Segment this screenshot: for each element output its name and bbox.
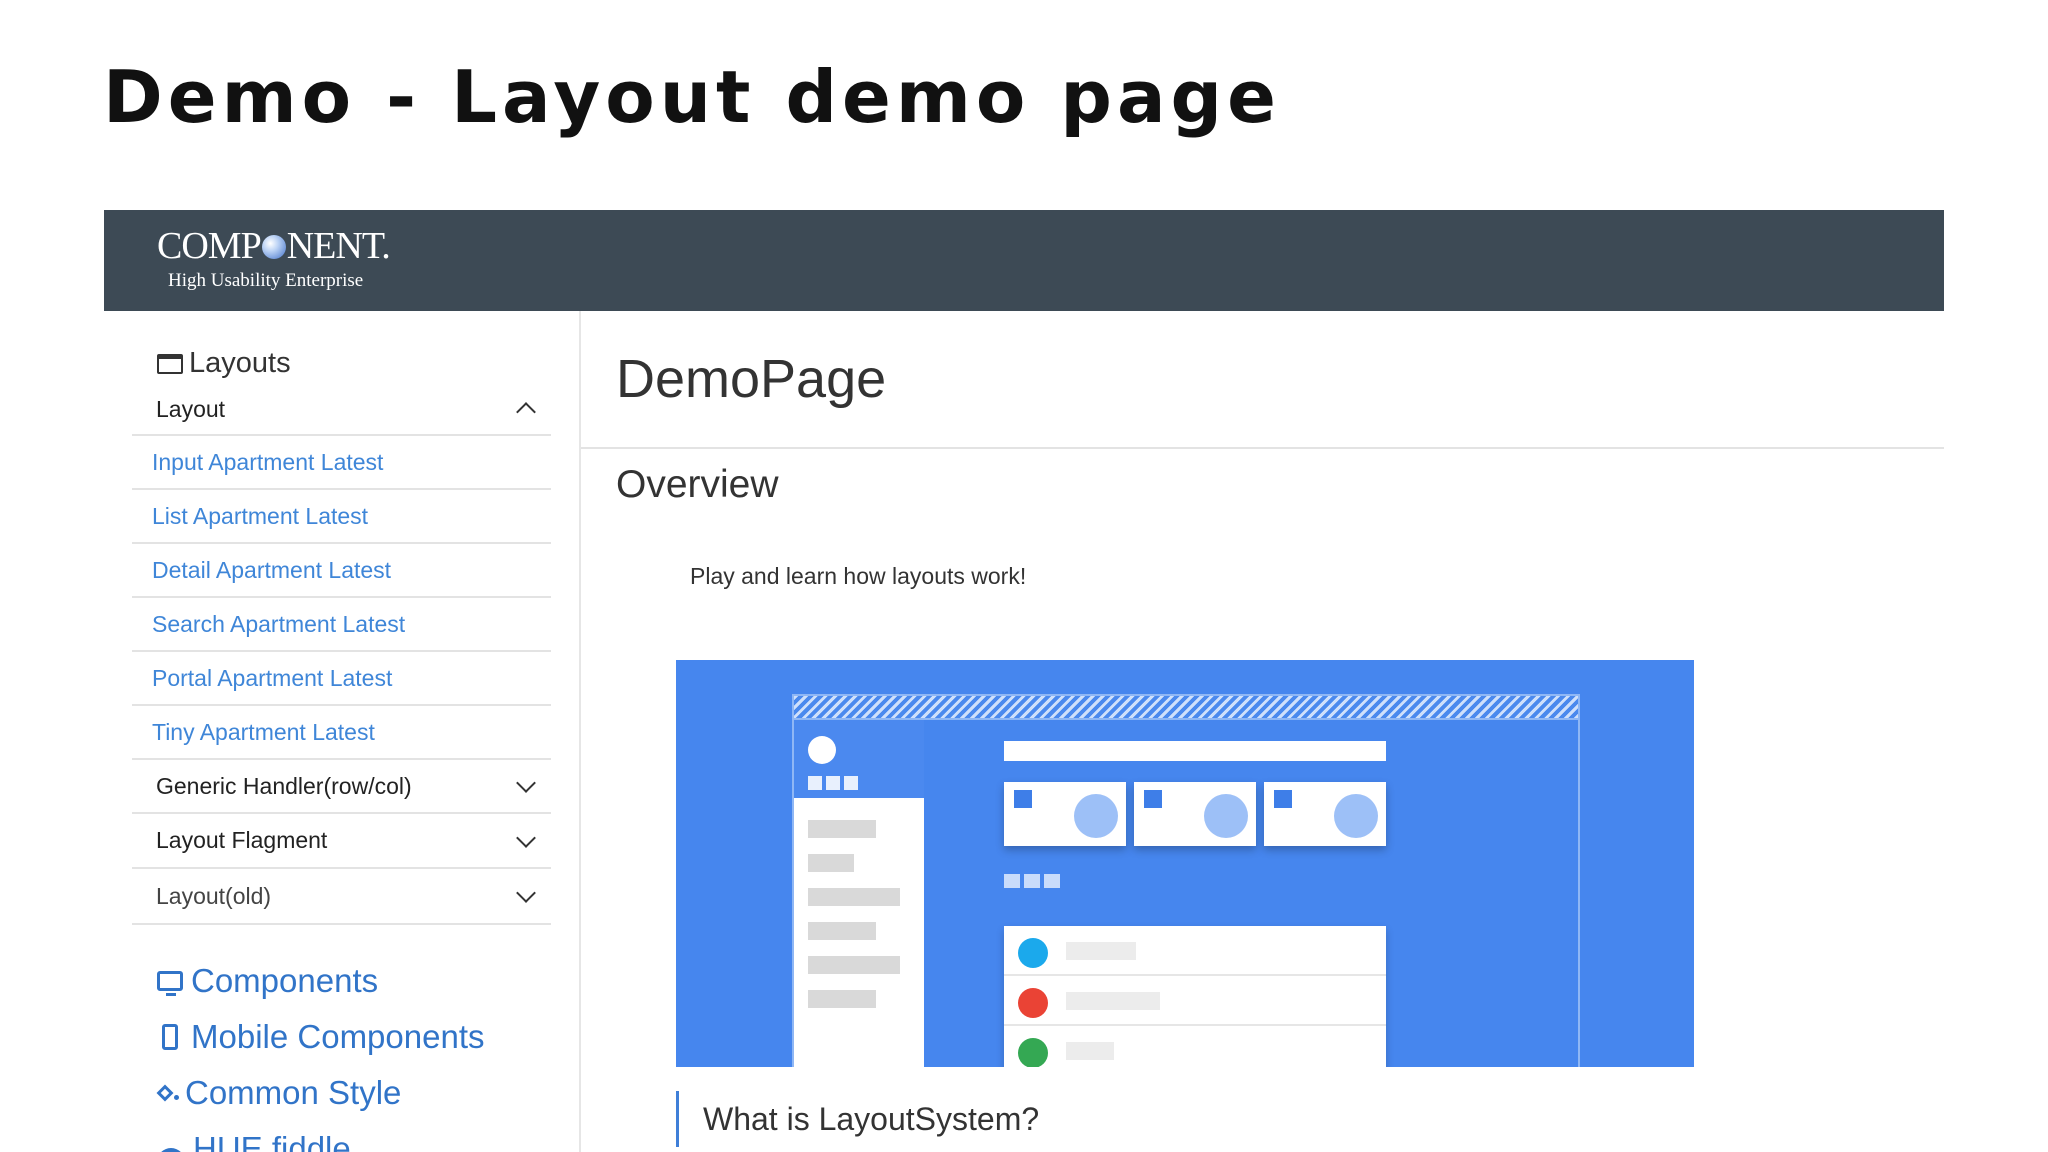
mobile-phone-icon [162, 1024, 178, 1050]
chevron-down-icon [516, 827, 536, 848]
illustration-profile [794, 720, 924, 798]
logo[interactable]: COMP NENT. [157, 224, 391, 268]
illustration-list-row [1004, 926, 1386, 976]
slide-title: Demo - Layout demo page [103, 55, 1281, 139]
illustration-toolbar [1004, 741, 1386, 761]
logo-text-right: NENT. [286, 225, 391, 267]
sidebar-group-layout[interactable]: Layout [132, 384, 551, 436]
nav-mobile-components[interactable]: Mobile Components [157, 1018, 485, 1056]
illustration-block [1024, 874, 1040, 888]
illustration-card [1134, 782, 1256, 846]
app-header: COMP NENT. High Usability Enterprise [104, 210, 1944, 311]
illustration-block [826, 776, 840, 790]
window-icon [157, 353, 183, 374]
logo-text-left: COMP [157, 225, 262, 267]
sidebar-group-layout-old[interactable]: Layout(old) [132, 869, 551, 925]
illustration-block [808, 990, 876, 1008]
nav-components[interactable]: Components [157, 962, 378, 1000]
chevron-up-icon [516, 402, 536, 422]
illustration-block [844, 776, 858, 790]
monitor-icon [157, 971, 183, 996]
chevron-down-icon [516, 773, 536, 793]
paint-bucket-icon [157, 1083, 179, 1103]
illustration-list [1004, 926, 1386, 1067]
sidebar: Layouts Layout Input Apartment Latest Li… [104, 311, 581, 1152]
nav-label: Mobile Components [191, 1018, 485, 1055]
page-title: DemoPage [616, 349, 887, 409]
illustration-card [1264, 782, 1386, 846]
nav-label: Common Style [185, 1074, 402, 1111]
title-divider [581, 447, 1944, 449]
illustration-list-row [1004, 1026, 1386, 1067]
illustration-card [1004, 782, 1126, 846]
sidebar-heading-label: Layouts [189, 347, 291, 379]
illustration-list-row [1004, 976, 1386, 1026]
sidebar-group-label: Layout [156, 395, 226, 422]
section-title-overview: Overview [616, 463, 779, 506]
illustration-window [792, 694, 1580, 1067]
layout-illustration [676, 660, 1694, 1067]
sidebar-link-search-apartment[interactable]: Search Apartment Latest [132, 598, 551, 652]
nav-hue-fiddle[interactable]: HUE fiddle [157, 1130, 351, 1152]
fiddle-icon [157, 1148, 185, 1152]
illustration-block [1004, 874, 1020, 888]
callout-what-is-layoutsystem: What is LayoutSystem? [676, 1091, 1039, 1147]
main-content: DemoPage Overview Play and learn how lay… [581, 311, 1944, 1152]
illustration-block [808, 956, 900, 974]
nav-common-style[interactable]: Common Style [157, 1074, 401, 1112]
illustration-block [808, 888, 900, 906]
overview-text: Play and learn how layouts work! [690, 563, 1027, 589]
illustration-block [808, 776, 822, 790]
sidebar-group-layout-flagment[interactable]: Layout Flagment [132, 814, 551, 869]
illustration-avatar [808, 736, 836, 764]
illustration-block [808, 820, 876, 838]
sidebar-link-tiny-apartment[interactable]: Tiny Apartment Latest [132, 706, 551, 760]
nav-label: HUE fiddle [193, 1130, 351, 1152]
logo-globe-icon [261, 235, 286, 259]
nav-label: Components [191, 962, 379, 999]
sidebar-group-label: Layout Flagment [156, 827, 328, 853]
sidebar-group-label: Generic Handler(row/col) [156, 772, 412, 799]
illustration-block [1044, 874, 1060, 888]
app-screenshot: COMP NENT. High Usability Enterprise Layo… [104, 210, 1944, 1152]
sidebar-link-portal-apartment[interactable]: Portal Apartment Latest [132, 652, 551, 706]
sidebar-link-detail-apartment[interactable]: Detail Apartment Latest [132, 544, 551, 598]
sidebar-link-list-apartment[interactable]: List Apartment Latest [132, 490, 551, 544]
sidebar-heading-layouts: Layouts [157, 347, 291, 380]
sidebar-group-label: Layout(old) [156, 882, 272, 909]
logo-tagline: High Usability Enterprise [168, 270, 364, 291]
illustration-titlebar [794, 696, 1578, 720]
illustration-sidebar [794, 720, 924, 1067]
sidebar-group-generic-handler[interactable]: Generic Handler(row/col) [132, 760, 551, 814]
chevron-down-icon [516, 883, 536, 903]
illustration-block [808, 854, 854, 872]
illustration-block [808, 922, 876, 940]
sidebar-link-input-apartment[interactable]: Input Apartment Latest [132, 436, 551, 490]
